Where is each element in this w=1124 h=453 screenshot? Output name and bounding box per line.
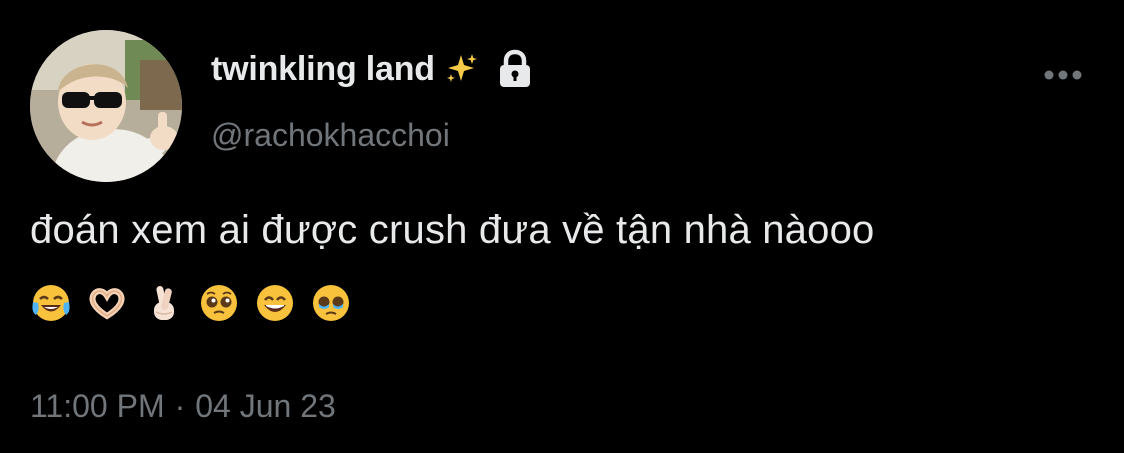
tweet-date[interactable]: 04 Jun 23 [195, 388, 336, 425]
grinning-face-icon [254, 282, 296, 324]
face-with-tears-of-joy-icon [30, 282, 72, 324]
sparkles-icon [445, 52, 479, 86]
tweet-timestamp: 11:00 PM · 04 Jun 23 [30, 388, 336, 425]
pleading-face-icon [198, 282, 240, 324]
face-holding-back-tears-icon [310, 282, 352, 324]
timestamp-separator: · [174, 388, 186, 424]
avatar[interactable] [30, 30, 182, 182]
emoji-row [30, 282, 352, 324]
display-name-row: twinkling land [211, 46, 533, 92]
fingers-crossed-icon [142, 282, 184, 324]
avatar-image [30, 30, 182, 182]
display-name[interactable]: twinkling land [211, 50, 435, 89]
more-dots-icon [1044, 70, 1082, 80]
tweet-text: đoán xem ai được crush đưa về tận nhà nà… [30, 208, 875, 252]
more-options-button[interactable] [1036, 58, 1090, 92]
tweet-time[interactable]: 11:00 PM [30, 388, 165, 425]
tweet-card: twinkling land @rachokhacchoi đoán xem a… [0, 0, 1124, 453]
lock-icon [497, 49, 533, 89]
heart-hands-icon [86, 282, 128, 324]
user-handle[interactable]: @rachokhacchoi [211, 117, 450, 154]
